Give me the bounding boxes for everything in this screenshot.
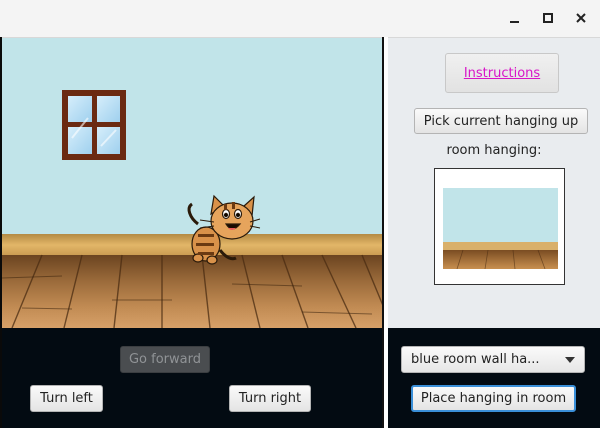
minimize-button[interactable] [503,7,527,29]
title-bar [0,0,600,38]
room-scene [2,38,382,328]
maximize-button[interactable] [536,7,560,29]
go-forward-label: Go forward [128,352,201,367]
close-icon [576,13,586,23]
hanging-select[interactable]: blue room wall ha... [401,346,585,373]
minimize-icon [510,21,519,23]
turn-right-label: Turn right [238,391,302,406]
hanging-thumbnail [443,188,558,269]
room-hanging-label: room hanging: [446,143,542,158]
turn-left-button[interactable]: Turn left [30,385,103,412]
hanging-preview [434,168,565,285]
instructions-button[interactable]: Instructions [445,53,559,93]
hanging-select-value: blue room wall ha... [411,352,540,367]
window-bottom-edge [0,428,600,437]
window-icon [62,90,126,160]
chevron-down-icon [565,357,575,363]
place-hanging-label: Place hanging in room [420,391,567,406]
go-forward-button[interactable]: Go forward [120,346,210,373]
pick-hanging-label: Pick current hanging up [423,113,579,129]
hanging-controls [388,328,600,428]
close-button[interactable] [569,7,593,29]
instructions-label: Instructions [463,65,541,81]
turn-right-button[interactable]: Turn right [229,385,311,412]
pick-hanging-button[interactable]: Pick current hanging up [414,108,588,134]
place-hanging-button[interactable]: Place hanging in room [411,385,576,412]
turn-left-label: Turn left [40,391,93,406]
movement-controls [2,328,382,428]
maximize-icon [543,13,553,23]
